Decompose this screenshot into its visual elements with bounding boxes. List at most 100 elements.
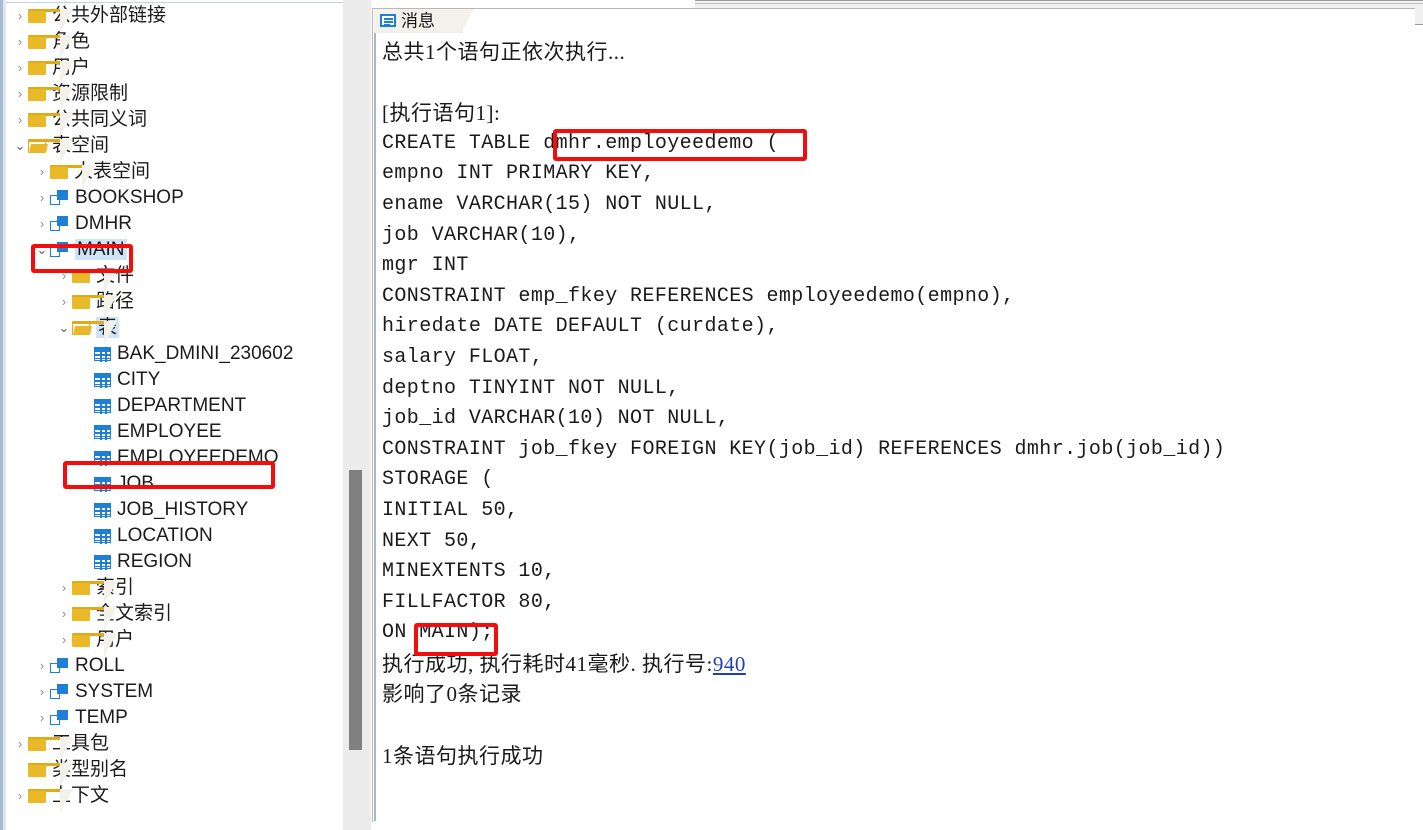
tablespace-icon [50,242,69,258]
chevron-right-icon[interactable]: › [12,731,28,757]
tree-item-label: DMHR [75,213,132,234]
chevron-right-icon[interactable]: › [34,185,50,211]
tree-item-label: SYSTEM [75,681,154,702]
chevron-right-icon[interactable]: › [56,601,72,627]
console-line-9: hiredate DATE DEFAULT (curdate), [382,315,779,339]
tree-item-公共同义词[interactable]: › 公共同义词 [6,107,343,137]
message-console-output[interactable]: 总共1个语句正依次执行... [执行语句1]: CREATE TABLE dmhr.… [374,33,1415,821]
tree-item-label: ROLL [75,655,125,676]
chevron-right-icon[interactable]: › [34,705,50,731]
tree-item-路径[interactable]: ›路径 [6,289,343,319]
chevron-right-icon[interactable]: › [12,107,28,133]
chevron-right-icon[interactable]: › [12,783,28,809]
chevron-down-icon[interactable]: ⌄ [12,133,28,159]
tree-item-label: DEPARTMENT [117,395,247,416]
tree-item-JOB_HISTORY[interactable]: › JOB_HISTORY [6,497,343,523]
tree-item-label: CITY [117,369,161,390]
chevron-right-icon[interactable]: › [12,55,28,81]
tree-item-索引[interactable]: ›索引 [6,575,343,605]
tree-item-上下文[interactable]: › 上下文 [6,783,343,813]
console-line-15: INITIAL 50, [382,498,519,522]
expander-placeholder: › [78,419,94,445]
tree-item-全文索引[interactable]: › 全文索引 [6,601,343,631]
tree-item-用户[interactable]: ›用户 [6,55,343,85]
console-line-10: salary FLOAT, [382,345,544,369]
tree-item-BOOKSHOP[interactable]: › BOOKSHOP [6,185,343,211]
expander-placeholder: › [12,757,28,783]
tree-item-JOB[interactable]: › JOB [6,471,343,497]
tree-item-资源限制[interactable]: › 资源限制 [6,81,343,111]
chevron-right-icon[interactable]: › [12,29,28,55]
console-line-17: MINEXTENTS 10, [382,560,556,584]
console-line-18: FILLFACTOR 80, [382,590,556,614]
console-line-4: empno INT PRIMARY KEY, [382,162,655,186]
database-object-tree-panel: ›公共外部链接›角色›用户›资源限制›公共同义词⌄表空间›大表空间›BOOKSH… [0,0,371,830]
tree-item-label: MAIN [75,239,127,260]
chevron-right-icon[interactable]: › [34,211,50,237]
app-window: ›公共外部链接›角色›用户›资源限制›公共同义词⌄表空间›大表空间›BOOKSH… [0,0,1423,830]
chevron-right-icon[interactable]: › [56,575,72,601]
expander-placeholder: › [78,549,94,575]
tree-item-工具包[interactable]: › 工具包 [6,731,343,761]
tree-item-文件[interactable]: ›文件 [6,263,343,293]
tab-messages[interactable]: 消息 [374,9,474,33]
chevron-right-icon[interactable]: › [34,653,50,679]
tree-item-CITY[interactable]: › CITY [6,367,343,393]
chevron-right-icon[interactable]: › [56,263,72,289]
chevron-right-icon[interactable]: › [56,289,72,315]
tablespace-icon [50,190,69,206]
tree-item-用户[interactable]: ›用户 [6,627,343,657]
tree-item-大表空间[interactable]: › 大表空间 [6,159,343,189]
affected-rows-line: 影响了0条记录 [382,682,522,707]
tree-item-BAK_DMINI_230602[interactable]: › BAK_DMINI_230602 [6,341,343,367]
tree-item-label: BAK_DMINI_230602 [117,343,294,364]
tablespace-icon [50,216,69,232]
table-icon [94,347,111,362]
chevron-down-icon[interactable]: ⌄ [34,237,50,263]
table-icon [94,555,111,570]
tree-viewport[interactable]: ›公共外部链接›角色›用户›资源限制›公共同义词⌄表空间›大表空间›BOOKSH… [6,2,343,818]
folder-icon [28,763,73,787]
execution-id-link[interactable]: 940 [713,652,746,676]
chevron-right-icon[interactable]: › [12,81,28,107]
expander-placeholder: › [78,523,94,549]
tree-item-DEPARTMENT[interactable]: › DEPARTMENT [6,393,343,419]
chevron-right-icon[interactable]: › [12,3,28,29]
tree-scrollbar-thumb[interactable] [349,470,362,750]
execution-result-text: 执行成功, 执行耗时41毫秒. 执行号: [382,651,713,676]
folder-icon [28,9,73,33]
execution-result-line: 执行成功, 执行耗时41毫秒. 执行号:940 [382,649,1415,680]
tree-item-EMPLOYEE[interactable]: › EMPLOYEE [6,419,343,445]
tree-item-表空间[interactable]: ⌄ 表空间 [6,133,343,163]
console-line-16: NEXT 50, [382,529,482,553]
tree-item-label: JOB [117,473,154,494]
tree-item-EMPLOYEEDEMO[interactable]: › EMPLOYEEDEMO [6,445,343,471]
tree-item-公共外部链接[interactable]: › 公共外部链接 [6,3,343,33]
console-line-8: CONSTRAINT emp_fkey REFERENCES employeed… [382,284,1015,308]
tree-item-label: REGION [117,551,192,572]
chevron-right-icon[interactable]: › [56,627,72,653]
tree-item-角色[interactable]: ›角色 [6,29,343,59]
tree-item-REGION[interactable]: › REGION [6,549,343,575]
expander-placeholder: › [78,497,94,523]
tablespace-icon [50,658,69,674]
tree-item-LOCATION[interactable]: › LOCATION [6,523,343,549]
table-icon [94,477,111,492]
console-line-6: job VARCHAR(10), [382,223,581,247]
tree-item-ROLL[interactable]: › ROLL [6,653,343,679]
chevron-down-icon[interactable]: ⌄ [56,315,72,341]
tree-item-表[interactable]: ⌄表 [6,315,343,345]
tree-item-类型别名[interactable]: ›类型别名 [6,757,343,787]
tree-item-SYSTEM[interactable]: › SYSTEM [6,679,343,705]
chevron-right-icon[interactable]: › [34,679,50,705]
folder-icon [72,607,117,631]
toolbar-divider [695,3,1423,4]
tree-item-DMHR[interactable]: › DMHR [6,211,343,237]
chevron-right-icon[interactable]: › [34,159,50,185]
tree-item-TEMP[interactable]: › TEMP [6,705,343,731]
table-icon [94,373,111,388]
folder-icon [28,113,73,137]
tablespace-icon [50,710,69,726]
tree-item-MAIN[interactable]: ⌄ MAIN [6,237,343,263]
expander-placeholder: › [78,367,94,393]
